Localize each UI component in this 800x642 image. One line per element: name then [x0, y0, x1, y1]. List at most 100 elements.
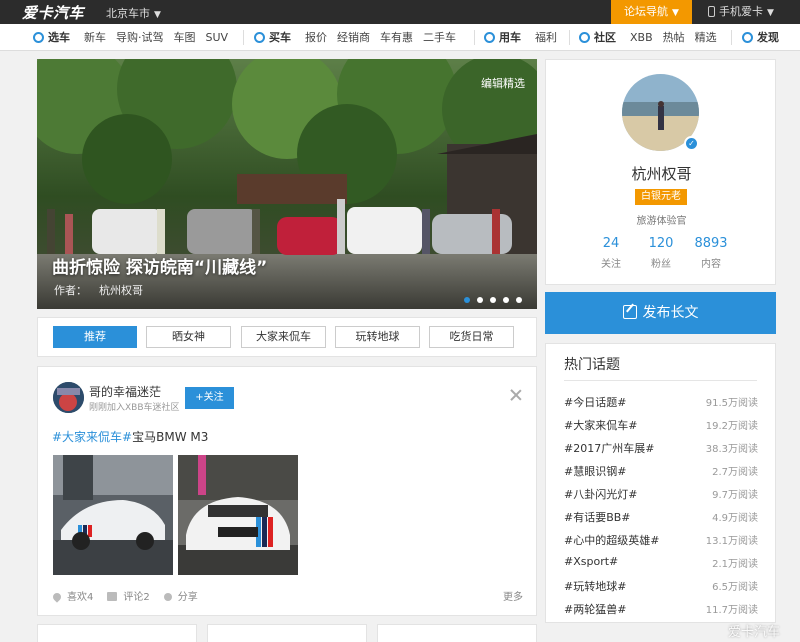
- nav-item[interactable]: 福利: [535, 31, 557, 44]
- author-name[interactable]: 杭州权哥: [99, 284, 143, 297]
- post-image[interactable]: [53, 455, 173, 575]
- city-label: 北京车市: [106, 7, 150, 20]
- topic-name: #Xsport#: [564, 555, 619, 568]
- nav-item[interactable]: 新车: [84, 31, 106, 44]
- nav-item[interactable]: SUV: [206, 31, 229, 44]
- publish-label: 发布长文: [642, 305, 699, 321]
- nav-divider: [569, 30, 570, 45]
- tab-recommend[interactable]: 推荐: [53, 326, 137, 348]
- verified-icon: ✓: [684, 136, 699, 151]
- nav-divider: [474, 30, 475, 45]
- site-logo[interactable]: 爱卡汽车: [22, 2, 84, 23]
- hot-topic-row[interactable]: #慧眼识钢# 2.7万阅读: [564, 463, 758, 479]
- post-username[interactable]: 哥的幸福迷茫: [89, 383, 161, 400]
- mobile-app-link[interactable]: 手机爱卡 ▼: [708, 0, 774, 24]
- tab-travel[interactable]: 玩转地球: [335, 326, 420, 348]
- topic-name: #今日话题#: [564, 396, 627, 409]
- topic-name: #大家来侃车#: [564, 419, 638, 432]
- follow-button[interactable]: +关注: [185, 387, 234, 409]
- post-topic-tag[interactable]: #大家来侃车#: [52, 430, 132, 444]
- stat-content[interactable]: 8893 内容: [686, 236, 736, 270]
- stat-value: 120: [648, 236, 674, 251]
- carousel-dots: [464, 292, 529, 306]
- like-button[interactable]: 喜欢4: [51, 591, 94, 603]
- editor-pick-tag: 编辑精选: [481, 77, 525, 90]
- nav-item[interactable]: 报价: [305, 31, 327, 44]
- more-button[interactable]: 更多: [503, 588, 523, 603]
- topic-reads: 11.7万阅读: [705, 605, 758, 616]
- nav-item[interactable]: 精选: [695, 31, 717, 44]
- car-icon: [33, 32, 44, 43]
- like-count: 喜欢4: [67, 592, 94, 603]
- hot-topic-row[interactable]: #大家来侃车# 19.2万阅读: [564, 417, 758, 433]
- nav-item[interactable]: 二手车: [423, 31, 456, 44]
- stat-value: 8893: [694, 236, 728, 251]
- close-icon[interactable]: [510, 389, 522, 401]
- carousel-dot[interactable]: [516, 297, 522, 303]
- share-icon: [163, 593, 172, 601]
- topic-reads: 13.1万阅读: [705, 536, 758, 547]
- tab-food[interactable]: 吃货日常: [429, 326, 514, 348]
- nav-item[interactable]: 热帖: [663, 31, 685, 44]
- nav-item[interactable]: 经销商: [337, 31, 370, 44]
- divider: [564, 380, 757, 381]
- hot-topic-row[interactable]: #2017广州车展# 38.3万阅读: [564, 440, 758, 456]
- hero-banner[interactable]: 编辑精选 曲折惊险 探访皖南“川藏线” 作者： 杭州权哥: [37, 59, 537, 309]
- stat-fans[interactable]: 120 粉丝: [636, 236, 686, 270]
- topic-reads: 38.3万阅读: [705, 444, 758, 455]
- profile-name[interactable]: 杭州权哥: [546, 163, 777, 184]
- coin-icon: [254, 32, 265, 43]
- topic-reads: 91.5万阅读: [705, 398, 758, 409]
- tab-car-talk[interactable]: 大家来侃车: [241, 326, 326, 348]
- feed-card-partial: [207, 624, 367, 642]
- nav-group-select: 选车 新车 导购·试驾 车图 SUV: [33, 24, 238, 51]
- chevron-down-icon: ▼: [767, 8, 774, 18]
- profile-role: 旅游体验官: [636, 216, 687, 227]
- hot-topic-row[interactable]: #今日话题# 91.5万阅读: [564, 394, 758, 410]
- nav-item[interactable]: 车图: [174, 31, 196, 44]
- avatar[interactable]: [53, 382, 84, 413]
- profile-card: ✓ 杭州权哥 白银元老 旅游体验官 24 关注 120 粉丝 8893 内容: [545, 59, 776, 285]
- topic-reads: 9.7万阅读: [712, 490, 758, 501]
- stat-value: 24: [602, 236, 620, 251]
- hot-topic-row[interactable]: #Xsport# 2.1万阅读: [564, 555, 758, 570]
- post-image[interactable]: [178, 455, 298, 575]
- hot-topic-row[interactable]: #有话要BB# 4.9万阅读: [564, 509, 758, 525]
- topic-name: #心中的超级英雄#: [564, 534, 660, 547]
- post-text[interactable]: #大家来侃车#宝马BMW M3: [52, 428, 208, 445]
- nav-title[interactable]: 选车: [48, 31, 70, 44]
- publish-article-button[interactable]: 发布长文: [545, 292, 776, 334]
- nav-title[interactable]: 买车: [269, 31, 291, 44]
- tab-goddess[interactable]: 晒女神: [146, 326, 231, 348]
- carousel-dot[interactable]: [503, 297, 509, 303]
- share-button[interactable]: 分享: [163, 592, 198, 603]
- topic-name: #玩转地球#: [564, 580, 627, 593]
- stat-following[interactable]: 24 关注: [586, 236, 636, 270]
- category-tabs: 推荐 晒女神 大家来侃车 玩转地球 吃货日常: [37, 317, 537, 357]
- hot-topic-row[interactable]: #两轮猛兽# 11.7万阅读: [564, 601, 758, 617]
- nav-title[interactable]: 发现: [757, 31, 779, 44]
- hot-topic-row[interactable]: #心中的超级英雄# 13.1万阅读: [564, 532, 758, 548]
- forum-nav-button[interactable]: 论坛导航 ▼: [611, 0, 692, 24]
- avatar-photo: [53, 382, 84, 413]
- city-selector[interactable]: 北京车市 ▼: [106, 5, 161, 21]
- comment-button[interactable]: 评论2: [107, 592, 150, 603]
- nav-group-community: 社区 XBB 热帖 精选: [579, 24, 727, 51]
- nav-title[interactable]: 用车: [499, 31, 521, 44]
- carousel-dot[interactable]: [477, 297, 483, 303]
- topic-reads: 19.2万阅读: [705, 421, 758, 432]
- hot-topic-row[interactable]: #八卦闪光灯# 9.7万阅读: [564, 486, 758, 502]
- carousel-dot[interactable]: [490, 297, 496, 303]
- share-label: 分享: [177, 592, 198, 603]
- post-actions: 喜欢4 评论2 分享: [51, 588, 212, 603]
- stat-label: 关注: [601, 259, 621, 270]
- carousel-dot[interactable]: [464, 297, 470, 303]
- nav-title[interactable]: 社区: [594, 31, 616, 44]
- hero-title[interactable]: 曲折惊险 探访皖南“川藏线”: [52, 253, 267, 278]
- nav-item[interactable]: XBB: [630, 31, 653, 44]
- topic-name: #两轮猛兽#: [564, 603, 627, 616]
- nav-item[interactable]: 导购·试驾: [116, 31, 164, 44]
- post-card: 哥的幸福迷茫 刚刚加入XBB车迷社区 +关注 #大家来侃车#宝马BMW M3 喜…: [37, 366, 537, 616]
- hot-topic-row[interactable]: #玩转地球# 6.5万阅读: [564, 578, 758, 594]
- nav-item[interactable]: 车有惠: [380, 31, 413, 44]
